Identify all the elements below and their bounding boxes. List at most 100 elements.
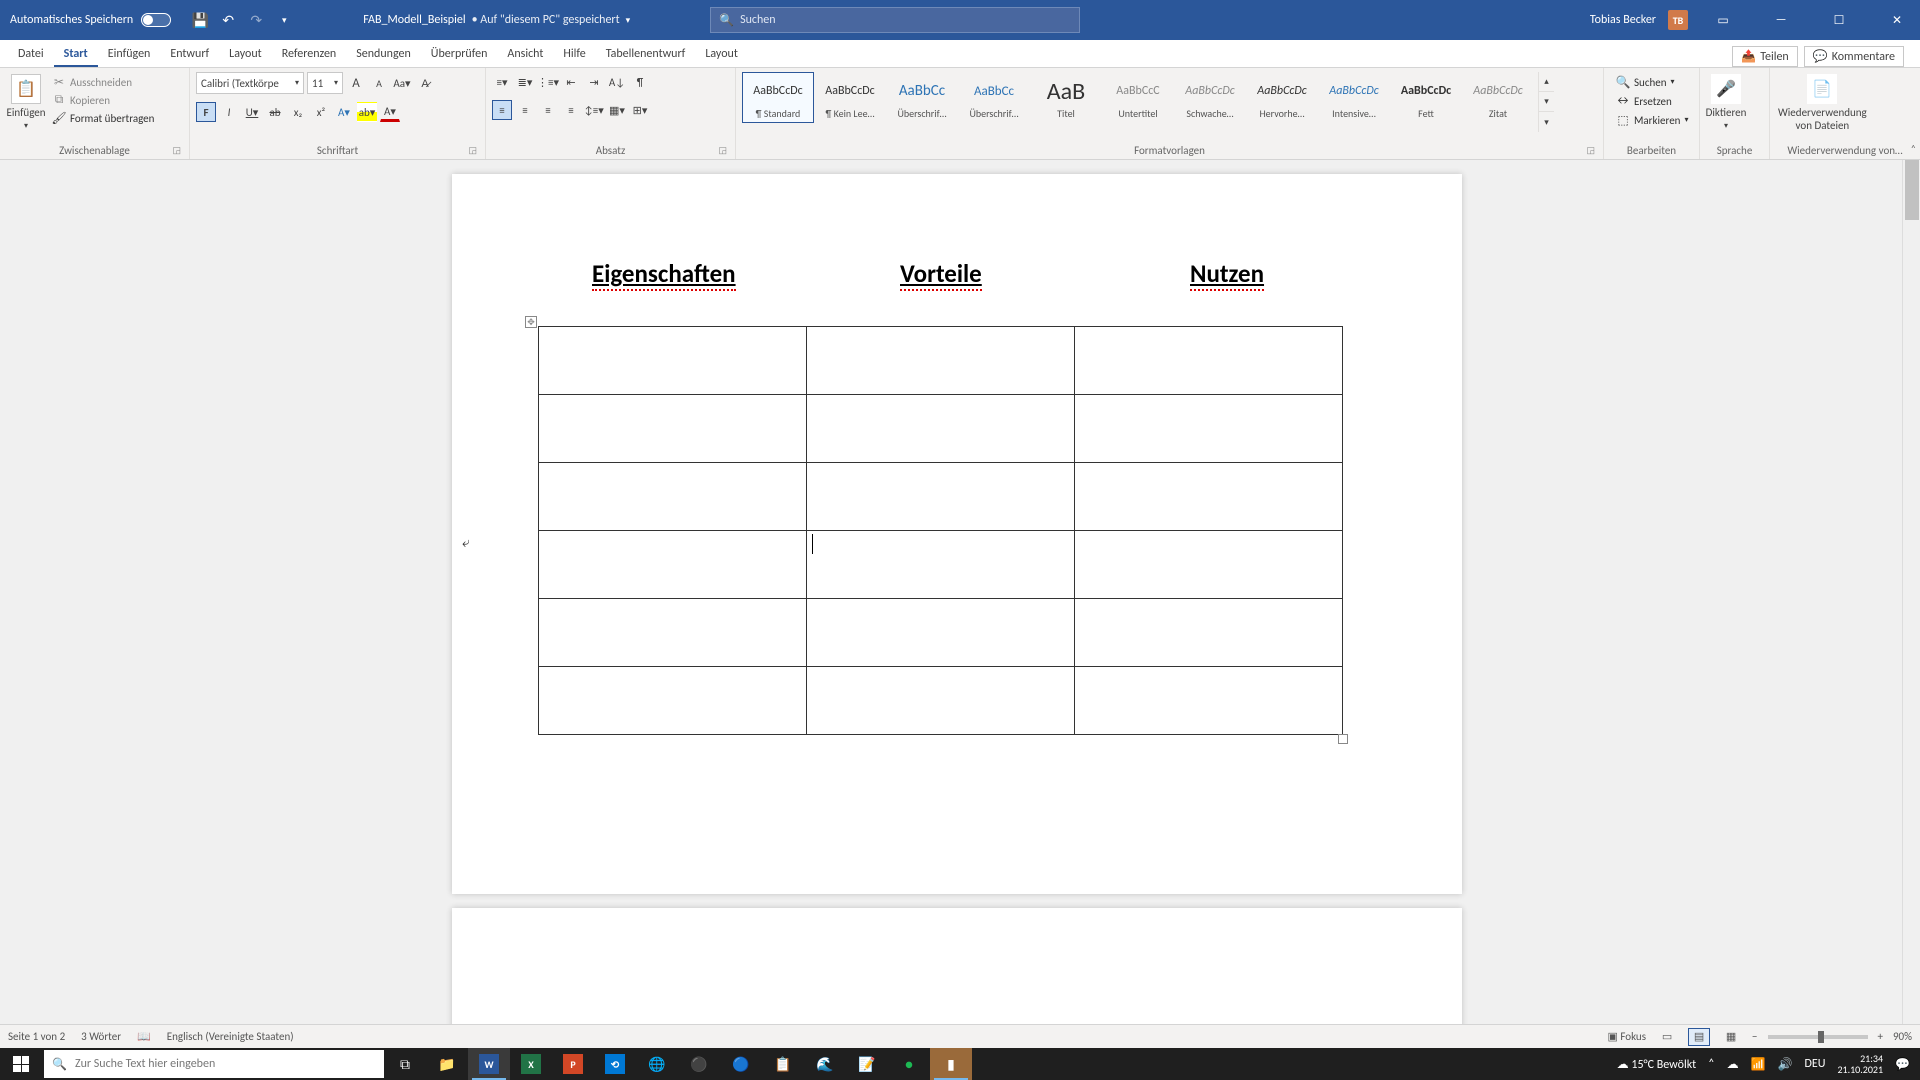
taskbar-obs[interactable]: ⚫ xyxy=(678,1048,720,1080)
language-indicator[interactable]: Englisch (Vereinigte Staaten) xyxy=(167,1030,294,1043)
grow-font-button[interactable]: A xyxy=(346,73,366,93)
text-effects-button[interactable]: A▾ xyxy=(334,102,354,122)
align-left-button[interactable]: ≡ xyxy=(492,100,512,120)
autosave-toggle[interactable]: Automatisches Speichern xyxy=(0,13,181,27)
taskbar-explorer[interactable]: 📁 xyxy=(426,1048,468,1080)
style-berschrif[interactable]: AaBbCcÜberschrif… xyxy=(958,72,1030,123)
find-button[interactable]: 🔍Suchen▾ xyxy=(1614,74,1690,90)
tray-language[interactable]: DEU xyxy=(1804,1057,1825,1071)
page-1[interactable]: Eigenschaften Vorteile Nutzen ✥ ⤶ xyxy=(452,174,1462,894)
tray-notifications-icon[interactable]: 💬 xyxy=(1895,1057,1910,1072)
font-name-select[interactable]: Calibri (Textkörpe▾ xyxy=(196,72,304,94)
close-button[interactable]: ✕ xyxy=(1874,0,1920,40)
dialog-launcher-icon[interactable]: ◲ xyxy=(718,145,727,156)
save-icon[interactable]: 💾 xyxy=(191,11,209,29)
font-size-select[interactable]: 11▾ xyxy=(307,72,343,94)
bullets-button[interactable]: ≡▾ xyxy=(492,72,512,92)
style-intensive[interactable]: AaBbCcDcIntensive… xyxy=(1318,72,1390,123)
read-mode-button[interactable]: ▭ xyxy=(1656,1028,1678,1046)
style-keinlee[interactable]: AaBbCcDc¶ Kein Lee… xyxy=(814,72,886,123)
document-table[interactable] xyxy=(538,326,1343,735)
cut-button[interactable]: ✂Ausschneiden xyxy=(50,74,156,90)
spellcheck-icon[interactable]: 📖 xyxy=(137,1030,151,1043)
taskbar-spotify[interactable]: ● xyxy=(888,1048,930,1080)
style-hervorhe[interactable]: AaBbCcDcHervorhe… xyxy=(1246,72,1318,123)
taskbar-app-1[interactable]: 🔵 xyxy=(720,1048,762,1080)
style-titel[interactable]: AaBTitel xyxy=(1030,72,1102,123)
table-cell[interactable] xyxy=(1075,667,1343,735)
show-marks-button[interactable]: ¶ xyxy=(630,72,650,92)
tab-tabellenentwurf[interactable]: Tabellenentwurf xyxy=(596,42,696,67)
subscript-button[interactable]: x₂ xyxy=(288,102,308,122)
tab-einfügen[interactable]: Einfügen xyxy=(98,42,161,67)
user-avatar[interactable]: TB xyxy=(1668,10,1688,30)
taskbar-edge[interactable]: 🌊 xyxy=(804,1048,846,1080)
document-area[interactable]: Eigenschaften Vorteile Nutzen ✥ ⤶ ▴ ▾ xyxy=(0,160,1920,1048)
tab-datei[interactable]: Datei xyxy=(8,42,54,67)
sort-button[interactable]: A↓ xyxy=(607,72,627,92)
table-cell[interactable] xyxy=(1075,395,1343,463)
table-cell[interactable] xyxy=(1075,599,1343,667)
maximize-button[interactable]: ☐ xyxy=(1816,0,1862,40)
decrease-indent-button[interactable]: ⇤ xyxy=(561,72,581,92)
tray-chevron-icon[interactable]: ˄ xyxy=(1708,1057,1714,1071)
vertical-scrollbar[interactable]: ▴ ▾ xyxy=(1902,160,1920,1048)
font-color-button[interactable]: A▾ xyxy=(380,102,400,122)
redo-icon[interactable]: ↷ xyxy=(247,11,265,29)
taskbar-search-input[interactable]: 🔍 Zur Suche Text hier eingeben xyxy=(44,1050,384,1078)
tab-entwurf[interactable]: Entwurf xyxy=(160,42,219,67)
taskbar-app-3[interactable]: 📝 xyxy=(846,1048,888,1080)
style-berschrif[interactable]: AaBbCcÜberschrif… xyxy=(886,72,958,123)
qat-more-icon[interactable]: ▾ xyxy=(275,11,293,29)
table-cell[interactable] xyxy=(539,667,807,735)
dialog-launcher-icon[interactable]: ◲ xyxy=(468,145,477,156)
web-layout-button[interactable]: ▦ xyxy=(1720,1028,1742,1046)
table-cell[interactable] xyxy=(1075,327,1343,395)
tab-referenzen[interactable]: Referenzen xyxy=(272,42,347,67)
table-cell[interactable] xyxy=(807,463,1075,531)
line-spacing-button[interactable]: ↕≡▾ xyxy=(584,100,604,120)
heading-vorteile[interactable]: Vorteile xyxy=(900,258,982,289)
chevron-down-icon[interactable]: ▾ xyxy=(626,15,631,26)
page-indicator[interactable]: Seite 1 von 2 xyxy=(8,1030,65,1043)
table-row[interactable] xyxy=(539,667,1343,735)
table-cell[interactable] xyxy=(807,531,1075,599)
dictate-button[interactable]: 🎤 Diktieren ▾ xyxy=(1706,72,1746,133)
table-row[interactable] xyxy=(539,599,1343,667)
taskbar-app-active[interactable]: ▮ xyxy=(930,1048,972,1080)
zoom-in-button[interactable]: + xyxy=(1878,1030,1883,1043)
comments-button[interactable]: 💬Kommentare xyxy=(1804,46,1904,67)
task-view-button[interactable]: ⧉ xyxy=(384,1048,426,1080)
undo-icon[interactable]: ↶ xyxy=(219,11,237,29)
tab-layout[interactable]: Layout xyxy=(695,42,748,67)
taskbar-powerpoint[interactable]: P xyxy=(552,1048,594,1080)
collapse-ribbon-button[interactable]: ˄ xyxy=(1911,142,1916,155)
highlight-button[interactable]: ab▾ xyxy=(357,102,377,122)
focus-mode-button[interactable]: ▣ Fokus xyxy=(1607,1030,1646,1043)
table-cell[interactable] xyxy=(807,327,1075,395)
zoom-slider[interactable] xyxy=(1768,1035,1868,1039)
style-untertitel[interactable]: AaBbCcCUntertitel xyxy=(1102,72,1174,123)
styles-more-button[interactable]: ▾ xyxy=(1539,112,1554,132)
table-cell[interactable] xyxy=(539,463,807,531)
tray-clock[interactable]: 21:34 21.10.2021 xyxy=(1837,1053,1883,1075)
replace-button[interactable]: ↔Ersetzen xyxy=(1614,93,1690,109)
taskbar-word[interactable]: W xyxy=(468,1048,510,1080)
clear-format-button[interactable]: A̷ xyxy=(415,73,435,93)
tab-layout[interactable]: Layout xyxy=(219,42,272,67)
heading-eigenschaften[interactable]: Eigenschaften xyxy=(592,258,736,289)
table-cell[interactable] xyxy=(539,531,807,599)
zoom-level[interactable]: 90% xyxy=(1893,1030,1912,1043)
table-cell[interactable] xyxy=(1075,463,1343,531)
taskbar-app-blue[interactable]: ⟲ xyxy=(594,1048,636,1080)
taskbar-chrome[interactable]: 🌐 xyxy=(636,1048,678,1080)
dialog-launcher-icon[interactable]: ◲ xyxy=(172,145,181,156)
italic-button[interactable]: I xyxy=(219,102,239,122)
heading-nutzen[interactable]: Nutzen xyxy=(1190,258,1264,289)
tab-sendungen[interactable]: Sendungen xyxy=(346,42,421,67)
table-resize-handle[interactable] xyxy=(1338,734,1348,744)
style-standard[interactable]: AaBbCcDc¶ Standard xyxy=(742,72,814,123)
table-cell[interactable] xyxy=(539,395,807,463)
dialog-launcher-icon[interactable]: ◲ xyxy=(1586,145,1595,156)
multilevel-button[interactable]: ⋮≡▾ xyxy=(538,72,558,92)
